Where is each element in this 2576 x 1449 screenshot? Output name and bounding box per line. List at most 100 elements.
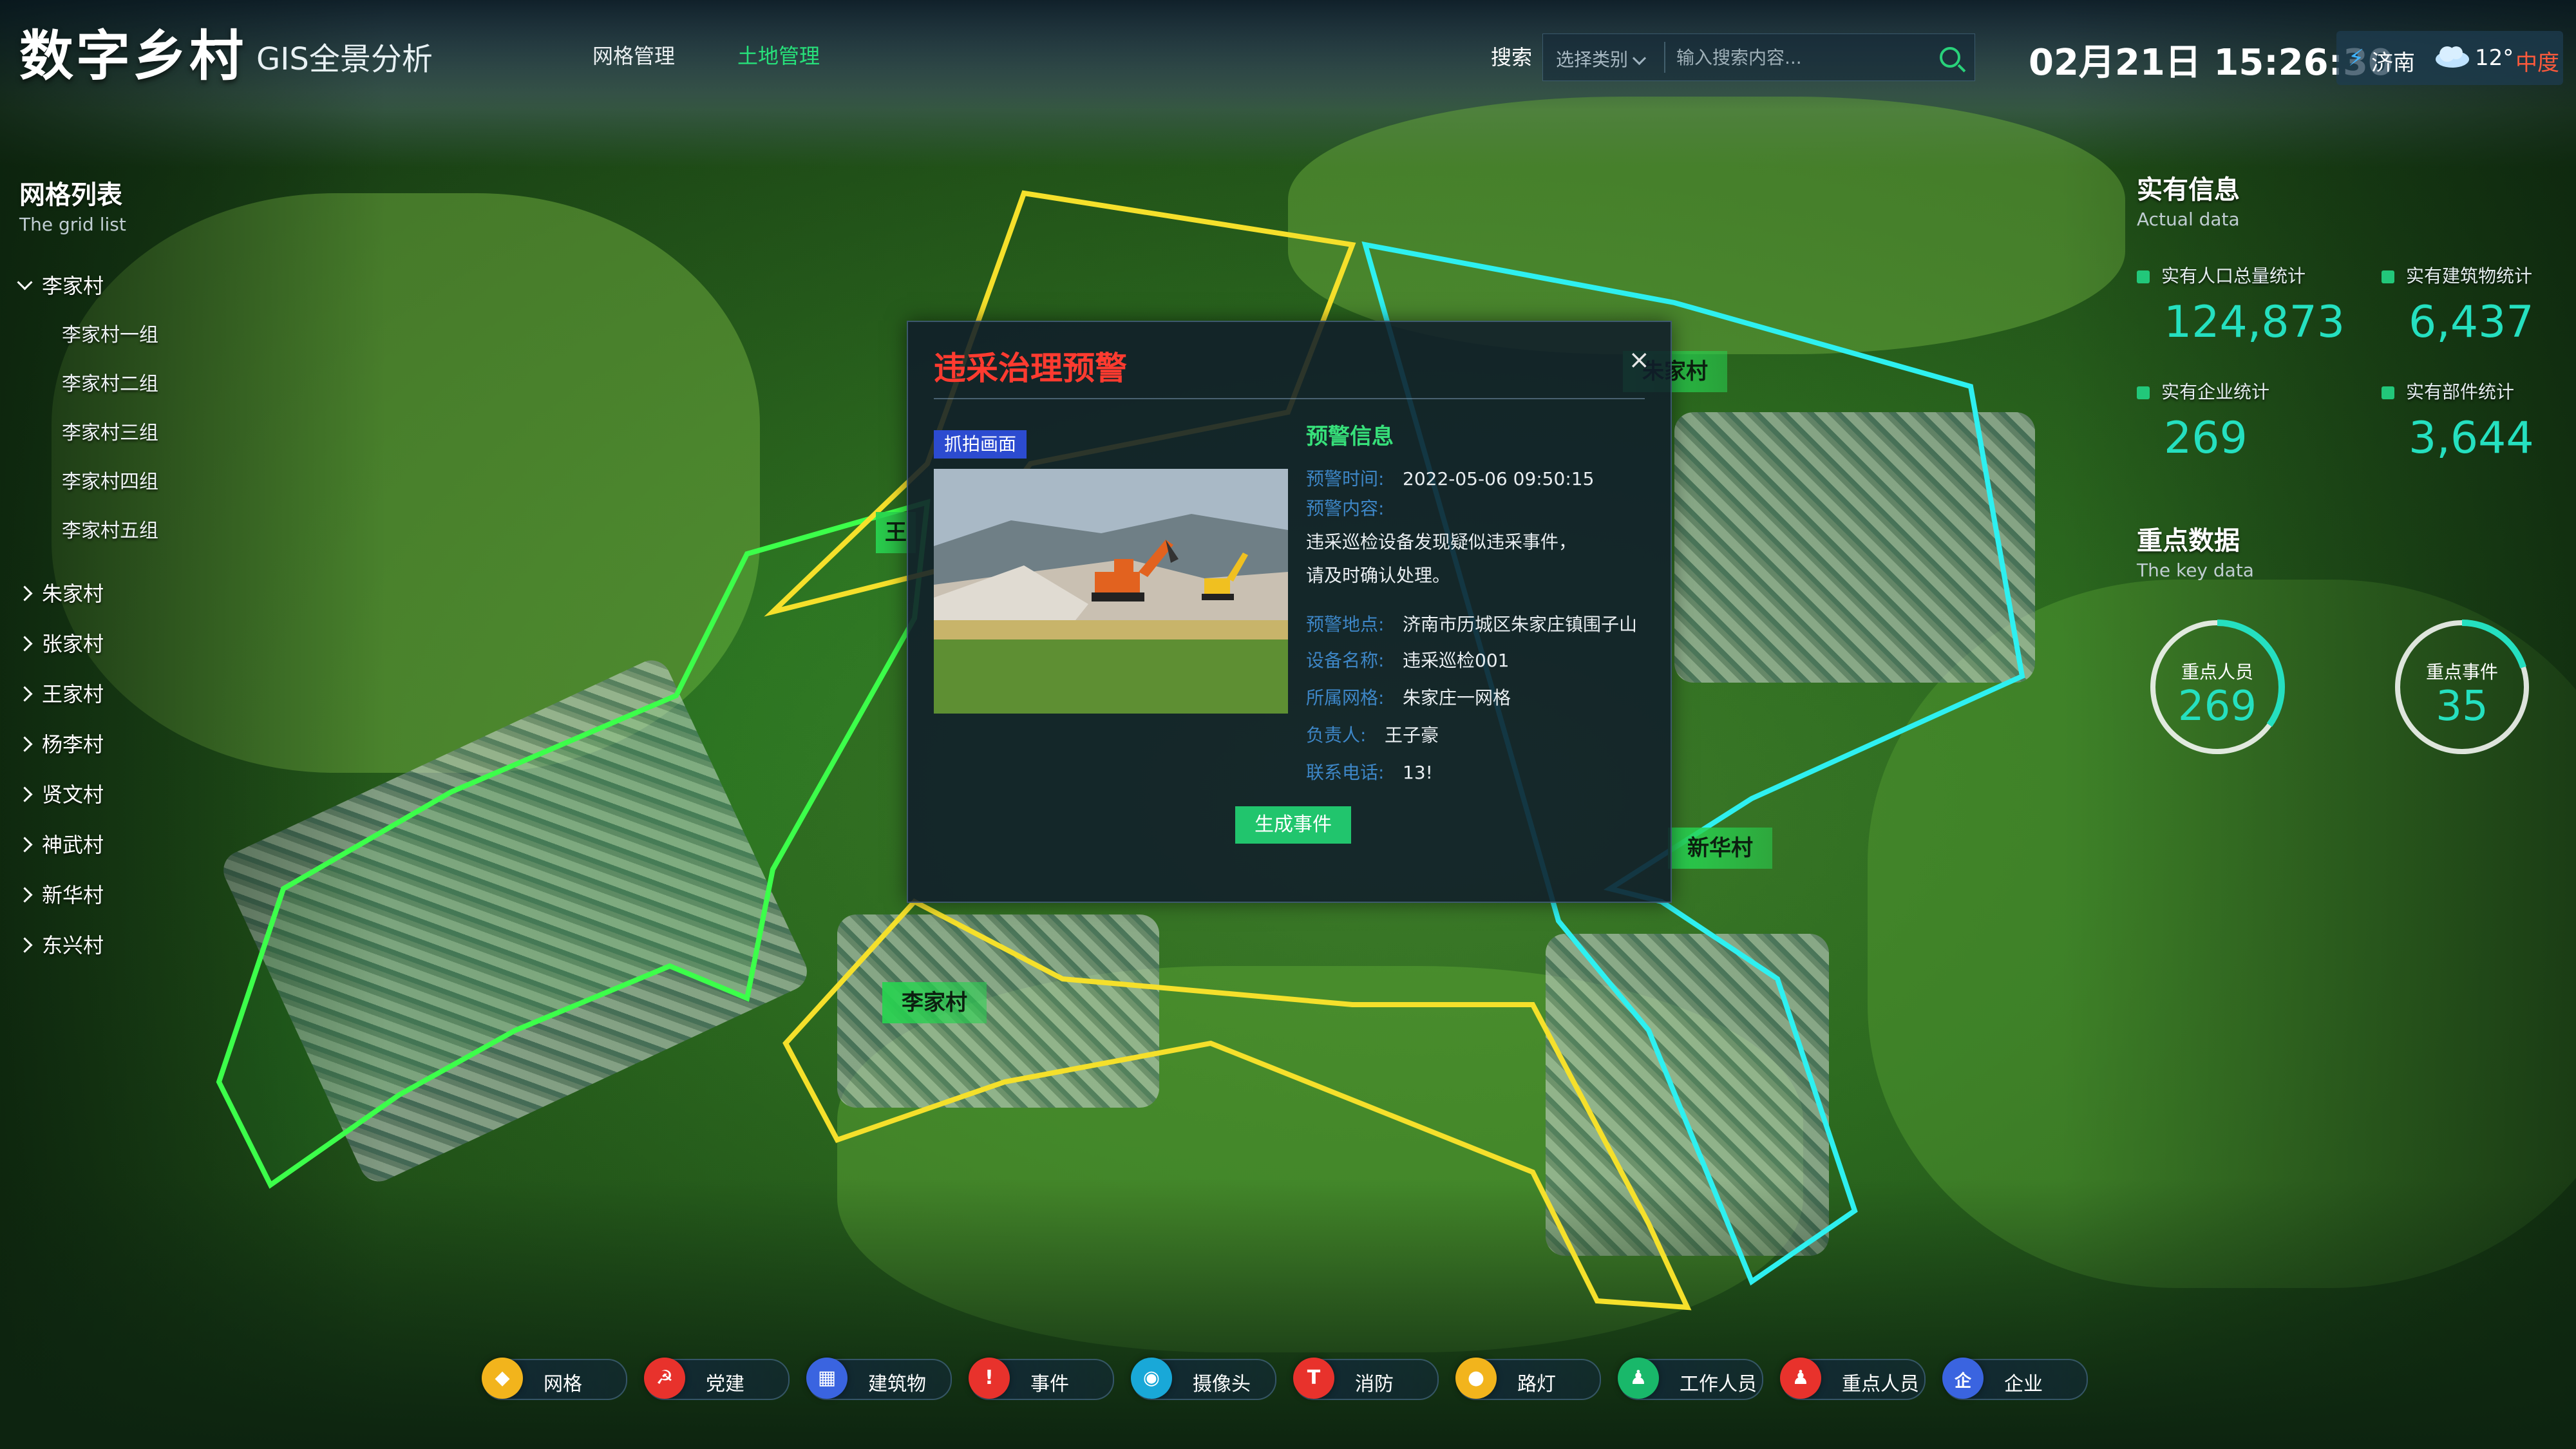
streetlight-icon: ● [1455, 1358, 1497, 1399]
grid-list-subtitle: The grid list [19, 214, 126, 235]
layer-camera-button[interactable]: ◉ 摄像头 [1131, 1358, 1276, 1400]
tree-item-zhujiacun[interactable]: 朱家村 [17, 569, 264, 619]
tree-child-lijiacun-3[interactable]: 李家村三组 [19, 409, 264, 458]
layer-building-label: 建筑物 [868, 1373, 926, 1396]
key-data-rings: 重点人员 269 重点事件 35 [2137, 613, 2562, 781]
ring-key-persons-value: 269 [2177, 683, 2257, 730]
tree-item-wangjiacun[interactable]: 王家村 [17, 669, 264, 719]
tree-item-xinhuacun[interactable]: 新华村 [17, 870, 264, 920]
alert-popup: 违采治理预警 × 抓拍画面 预警信息 预警时间: 2022-05-06 09:5… [907, 321, 1672, 903]
grid-boundary-yellow-bottom [782, 898, 1692, 1311]
info-row-location: 预警地点: 济南市历城区朱家庄镇围子山 [1306, 614, 1638, 635]
tree-item-xianwencun[interactable]: 贤文村 [17, 770, 264, 820]
enterprise-icon: 企 [1942, 1358, 1984, 1399]
actual-data-subtitle: Actual data [2137, 209, 2240, 230]
actual-data-title: 实有信息 [2137, 175, 2240, 205]
search-icon[interactable] [1940, 47, 1960, 68]
map-label-lijiacun[interactable]: 李家村 [882, 982, 987, 1023]
tree-item-lijiacun[interactable]: 李家村 [17, 261, 264, 311]
nav-grid-management[interactable]: 网格管理 [592, 40, 675, 70]
tree-item-zhangjiacun[interactable]: 张家村 [17, 619, 264, 669]
app-title: 数字乡村 [19, 24, 247, 88]
info-row-content: 预警内容:违采巡检设备发现疑似违采事件，请及时确认处理。 [1306, 498, 1577, 586]
population-icon [2137, 270, 2150, 283]
staff-icon: ♟ [1618, 1358, 1659, 1399]
ring-key-events-value: 35 [2436, 683, 2488, 730]
excavator-photo [934, 469, 1288, 714]
tree-item-yanglicun[interactable]: 杨李村 [17, 719, 264, 770]
grid-icon: ◆ [482, 1358, 523, 1399]
layer-camera-label: 摄像头 [1193, 1373, 1251, 1396]
key-data-subtitle: The key data [2137, 560, 2254, 581]
tree-item-shenwucun[interactable]: 神武村 [17, 820, 264, 870]
layer-grid-button[interactable]: ◆ 网格 [482, 1358, 627, 1400]
layer-staff-button[interactable]: ♟ 工作人员 [1618, 1358, 1763, 1400]
chevron-right-icon [17, 636, 33, 652]
ring-key-persons-label: 重点人员 [2181, 661, 2253, 683]
tree-item-dongxingcun[interactable]: 东兴村 [17, 920, 264, 971]
popup-divider [934, 398, 1645, 399]
location-icon: ⚡ [2348, 45, 2365, 71]
tree-child-lijiacun-5[interactable]: 李家村五组 [19, 507, 264, 556]
nav-land-management[interactable]: 土地管理 [737, 40, 820, 70]
layer-grid-label: 网格 [544, 1373, 582, 1396]
stat-components-value: 3,644 [2409, 413, 2534, 464]
chevron-right-icon [17, 937, 33, 953]
stat-buildings: 实有建筑物统计 6,437 [2382, 262, 2576, 348]
chevron-right-icon [17, 736, 33, 752]
stat-components: 实有部件统计 3,644 [2382, 378, 2576, 464]
layer-staff-label: 工作人员 [1680, 1373, 1757, 1396]
layer-streetlight-label: 路灯 [1517, 1373, 1556, 1396]
search-label: 搜索 [1491, 45, 1533, 70]
building-icon [2382, 270, 2394, 283]
air-quality: 中度 [2515, 50, 2559, 76]
layer-key-person-label: 重点人员 [1842, 1373, 1919, 1396]
ring-key-persons[interactable]: 重点人员 269 [2143, 613, 2291, 761]
layer-event-button[interactable]: ! 事件 [969, 1358, 1114, 1400]
category-select[interactable]: 选择类别 [1556, 46, 1647, 71]
layer-building-button[interactable]: ▦ 建筑物 [806, 1358, 952, 1400]
chevron-right-icon [17, 837, 33, 853]
actual-data-panel: 实有信息 Actual data 实有人口总量统计 124,873 实有建筑物统… [2137, 169, 2562, 781]
grid-tree: 李家村 李家村一组 李家村二组 李家村三组 李家村四组 李家村五组 朱家村 张家… [17, 261, 264, 971]
key-person-icon: ♟ [1780, 1358, 1821, 1399]
tree-child-lijiacun-1[interactable]: 李家村一组 [19, 311, 264, 360]
popup-title: 违采治理预警 [934, 350, 1127, 387]
actual-stats: 实有人口总量统计 124,873 实有建筑物统计 6,437 实有企业统计 26… [2137, 262, 2562, 558]
chevron-right-icon [17, 686, 33, 702]
component-icon [2382, 386, 2394, 399]
layer-streetlight-button[interactable]: ● 路灯 [1455, 1358, 1601, 1400]
layer-fire-button[interactable]: T 消防 [1293, 1358, 1439, 1400]
layer-key-person-button[interactable]: ♟ 重点人员 [1780, 1358, 1926, 1400]
weather-temp: 12° [2475, 45, 2514, 71]
map-label-xinhuacun[interactable]: 新华村 [1668, 828, 1772, 869]
top-header: 数字乡村 GIS全景分析 网格管理 土地管理 搜索 选择类别 02月21日 15… [0, 0, 2576, 109]
category-select-value: 选择类别 [1556, 49, 1629, 70]
party-icon: ☭ [644, 1358, 685, 1399]
info-row-time: 预警时间: 2022-05-06 09:50:15 [1306, 468, 1595, 489]
layer-event-label: 事件 [1030, 1373, 1069, 1396]
ring-key-events[interactable]: 重点事件 35 [2388, 613, 2536, 761]
chevron-right-icon [17, 786, 33, 802]
capture-tag: 抓拍画面 [934, 430, 1027, 459]
stat-enterprises-value: 269 [2164, 413, 2248, 464]
tree-child-lijiacun-4[interactable]: 李家村四组 [19, 458, 264, 507]
capture-image[interactable] [934, 469, 1288, 714]
chevron-right-icon [17, 887, 33, 903]
layer-enterprise-label: 企业 [2004, 1373, 2043, 1396]
generate-event-button[interactable]: 生成事件 [1235, 806, 1351, 844]
app-subtitle: GIS全景分析 [256, 41, 433, 77]
grid-list-panel: 网格列表 The grid list 李家村 李家村一组 李家村二组 李家村三组… [17, 174, 264, 971]
layer-fire-label: 消防 [1355, 1373, 1394, 1396]
info-row-phone: 联系电话: 13! [1306, 762, 1433, 783]
grid-boundary-green [216, 498, 931, 1189]
tree-child-lijiacun-2[interactable]: 李家村二组 [19, 360, 264, 409]
close-icon[interactable]: × [1628, 345, 1650, 375]
ring-key-events-label: 重点事件 [2425, 661, 2498, 683]
search-input[interactable] [1675, 41, 1909, 74]
chevron-down-icon [17, 274, 33, 290]
chevron-down-icon [1632, 51, 1647, 66]
layer-party-button[interactable]: ☭ 党建 [644, 1358, 790, 1400]
layer-enterprise-button[interactable]: 企 企业 [1942, 1358, 2088, 1400]
layer-party-label: 党建 [706, 1373, 744, 1396]
